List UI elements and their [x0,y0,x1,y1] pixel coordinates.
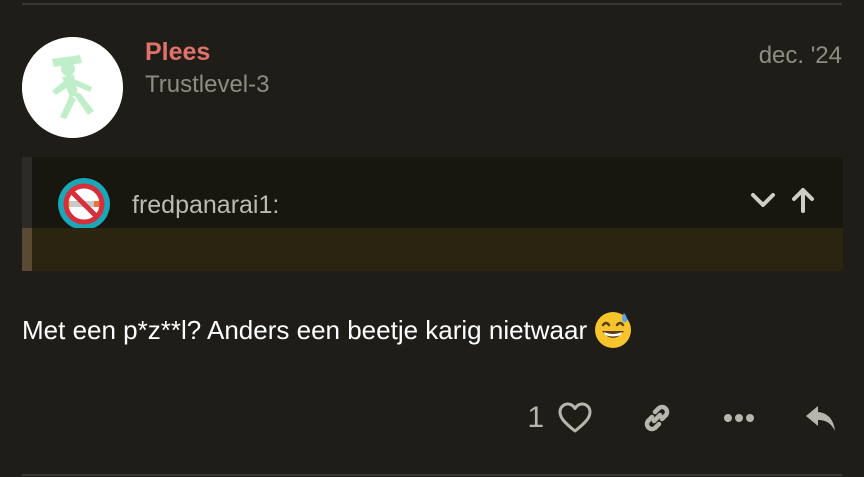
quote-avatar [58,178,110,230]
more-actions-button[interactable] [718,397,760,439]
copy-link-button[interactable] [636,397,678,439]
reply-button[interactable] [800,397,842,439]
divider [22,474,842,476]
like-count[interactable]: 1 [527,397,544,439]
username[interactable]: Plees [145,37,210,67]
quote-controls [747,184,819,216]
expand-quote-button[interactable] [747,184,779,216]
quote-accent-bar [22,228,32,271]
jump-to-post-button[interactable] [787,184,819,216]
reply-icon [806,406,835,431]
post-container: Plees Trustlevel-3 dec. '24 fredpanarai1… [0,0,864,477]
divider [22,3,842,5]
chevron-down-icon [751,193,775,207]
post-date[interactable]: dec. '24 [759,41,842,71]
quote-username[interactable]: fredpanarai1: [132,190,279,220]
quote-body [22,228,843,271]
user-title: Trustlevel-3 [145,71,270,98]
quote-block: fredpanarai1: [22,157,843,271]
post-body: Met een p*z**l? Anders een beetje karig … [22,309,633,349]
post-actions: 1 [527,397,842,439]
post-text: Met een p*z**l? Anders een beetje karig … [22,315,588,345]
pedestrian-traffic-light-icon [22,37,123,138]
avatar[interactable] [22,37,123,138]
ellipsis-icon [724,414,754,422]
heart-icon [558,402,592,433]
grinning-face-with-sweat-emoji [593,309,633,349]
like-button[interactable] [554,397,596,439]
no-smoking-icon [58,178,110,230]
arrow-up-icon [792,188,814,213]
quote-header[interactable]: fredpanarai1: [32,157,843,230]
link-icon [644,404,670,432]
